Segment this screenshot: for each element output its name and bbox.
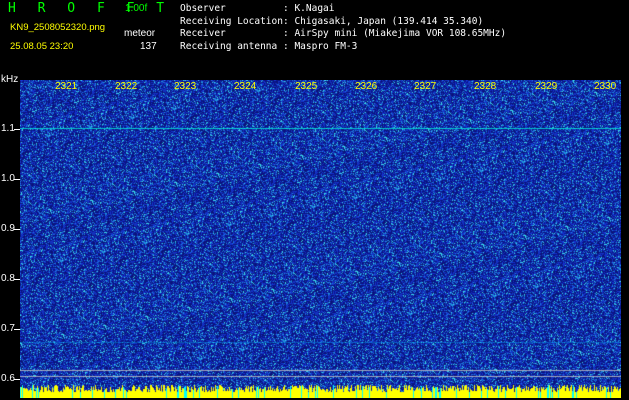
event-count: 137	[140, 41, 157, 52]
y-tick-mark	[14, 329, 20, 330]
y-tick-0.6: 0.6	[1, 373, 15, 384]
y-tick-1.1: 1.1	[1, 123, 15, 134]
antenna-value: : Maspro FM-3	[283, 40, 358, 52]
spectrogram-canvas	[20, 80, 621, 398]
y-tick-0.7: 0.7	[1, 323, 15, 334]
observation-datetime: 25.08.05 23:20	[10, 41, 74, 52]
x-tick-2326: 2326	[355, 81, 378, 92]
y-tick-mark	[14, 129, 20, 130]
x-tick-2323: 2323	[174, 81, 197, 92]
observer-value: : K.Nagai	[283, 3, 335, 14]
x-tick-2330: 2330	[594, 81, 617, 92]
info-labels: Observer Receiving Location Receiver Rec…	[180, 3, 283, 53]
receiver-value: : AirSpy mini (Miakejima VOR 108.65MHz)	[283, 28, 507, 39]
location-label: Receiving Location	[180, 15, 283, 27]
y-tick-mark	[14, 279, 20, 280]
x-tick-2322: 2322	[115, 81, 138, 92]
x-tick-2321: 2321	[55, 81, 78, 92]
y-tick-0.8: 0.8	[1, 273, 15, 284]
y-tick-mark	[14, 179, 20, 180]
location-value: : Chigasaki, Japan (139.414 35.340)	[283, 15, 484, 27]
y-tick-0.9: 0.9	[1, 223, 15, 234]
app-version: 1.00f	[125, 3, 148, 14]
y-tick-mark	[14, 229, 20, 230]
receiver-label: Receiver	[180, 28, 226, 39]
file-name: KN9_2508052320.png	[10, 22, 106, 33]
x-tick-2328: 2328	[474, 81, 497, 92]
x-tick-2325: 2325	[295, 81, 318, 92]
antenna-label: Receiving antenna	[180, 40, 278, 52]
x-tick-2324: 2324	[234, 81, 257, 92]
y-tick-mark	[14, 379, 20, 380]
spectrogram-plot	[20, 80, 621, 398]
observer-label: Observer	[180, 3, 226, 14]
x-tick-2329: 2329	[535, 81, 558, 92]
info-values: : K.Nagai : Chigasaki, Japan (139.414 35…	[283, 3, 506, 53]
x-tick-2327: 2327	[414, 81, 437, 92]
mode-label: meteor	[124, 28, 156, 39]
frequency-unit-label: kHz	[1, 74, 19, 85]
y-tick-1.0: 1.0	[1, 173, 15, 184]
